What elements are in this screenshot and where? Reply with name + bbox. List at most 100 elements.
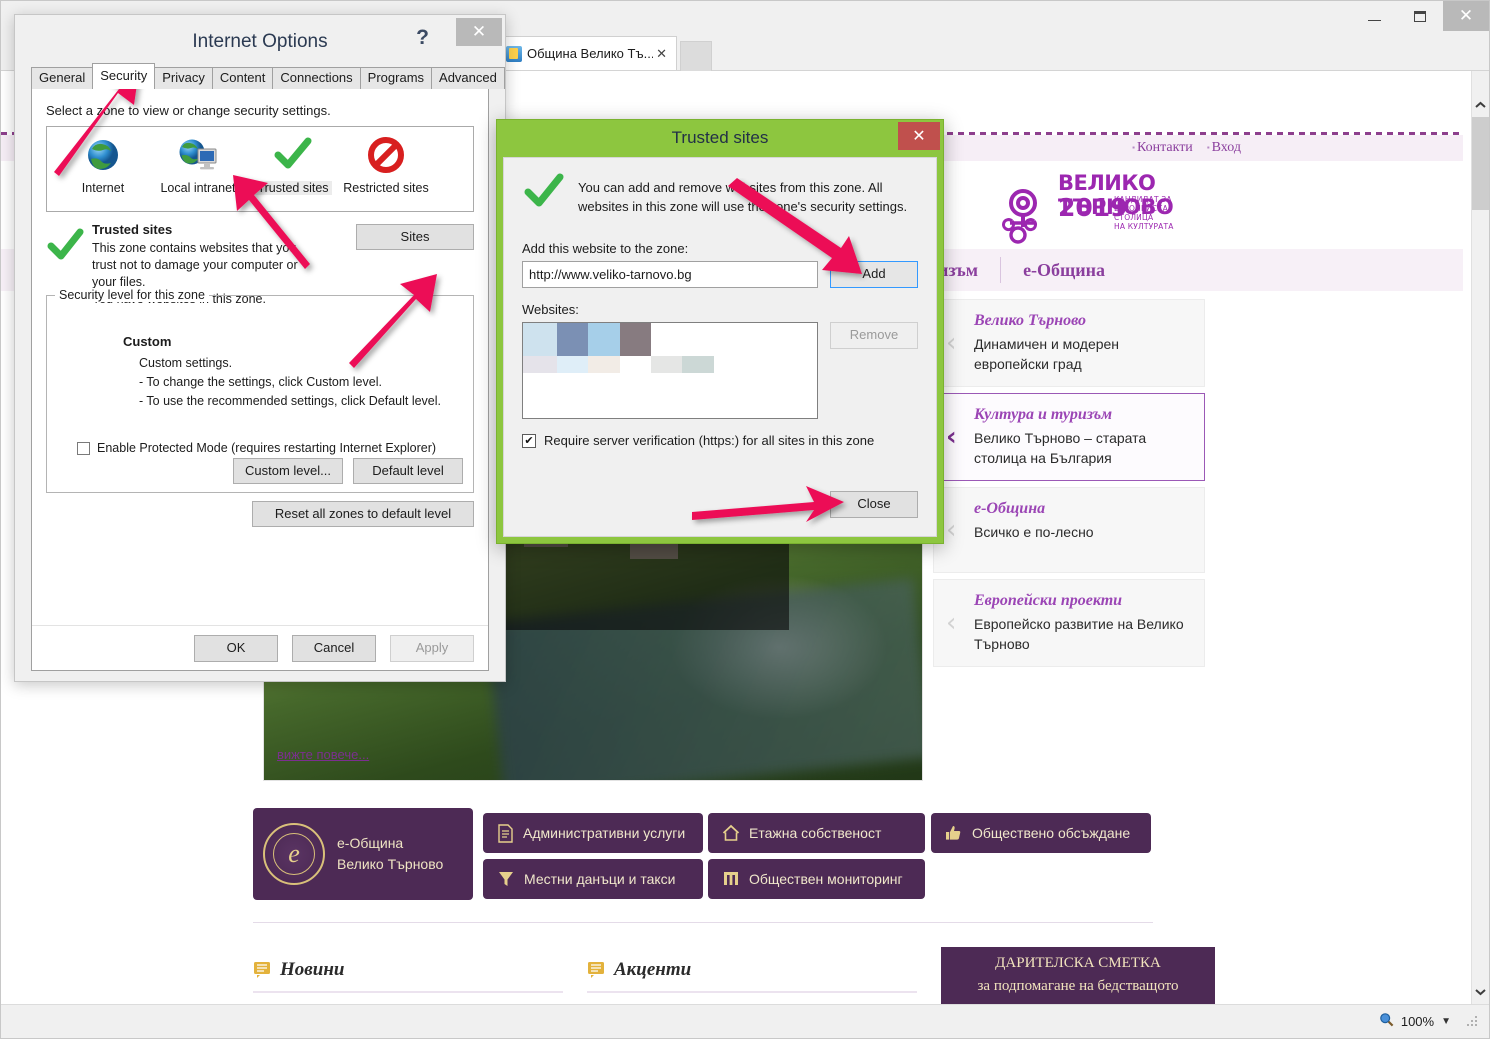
page-scrollbar[interactable] (1471, 71, 1489, 1004)
tab-connections[interactable]: Connections (272, 67, 361, 89)
promo-card-e-obshtina[interactable]: ‹ е-Община Всичко е по-лесно (933, 487, 1205, 573)
new-tab-button[interactable] (680, 41, 712, 71)
trusted-sites-titlebar: Trusted sites ✕ (497, 120, 943, 157)
trusted-sites-title: Trusted sites (671, 128, 769, 147)
tab-general[interactable]: General (31, 67, 94, 89)
logo-mark-icon (998, 187, 1060, 250)
news-header: Новини (253, 959, 563, 981)
close-button[interactable]: Close (830, 491, 918, 518)
service-brand-line-2: Велико Търново (337, 856, 444, 872)
zone-restricted-sites[interactable]: Restricted sites (336, 133, 436, 197)
ok-button[interactable]: OK (194, 635, 278, 662)
tab-advanced[interactable]: Advanced (431, 67, 505, 89)
help-icon[interactable]: ? (416, 26, 429, 50)
news-title: Новини (280, 959, 345, 980)
news-rule (253, 991, 563, 993)
browser-statusbar: 100% ▼ (1, 1004, 1489, 1038)
custom-level-button[interactable]: Custom level... (233, 458, 343, 484)
content-divider (253, 922, 1153, 923)
tab-content[interactable]: Content (211, 67, 274, 89)
promo-title: е-Община (974, 500, 1046, 517)
green-check-icon (522, 172, 566, 217)
promo-card-evropeiski-proekti[interactable]: ‹ Европейски проекти Европейско развитие… (933, 579, 1205, 667)
note-icon (253, 961, 271, 979)
globe-monitor-icon (148, 133, 248, 177)
internet-options-close-button[interactable]: ✕ (456, 18, 502, 46)
service-button-administrativni-uslugi[interactable]: Административни услуги (483, 813, 703, 853)
require-https-checkbox[interactable]: ✔ (522, 433, 536, 448)
add-button[interactable]: Add (830, 261, 918, 288)
note-icon (587, 961, 605, 979)
screen-root: ✕ Община Велико Тъ... ✕ ▪ Контакти ▪ Вхо… (0, 0, 1490, 1039)
funnel-icon (497, 870, 515, 888)
internet-options-tabs: General Security Privacy Content Connect… (31, 63, 505, 89)
apply-button: Apply (390, 635, 474, 662)
trusted-sites-close-button[interactable]: ✕ (898, 122, 940, 150)
security-level-line-3: - To use the recommended settings, click… (139, 394, 441, 408)
service-button-obshtestven-monitoring[interactable]: Обществен мониторинг (708, 859, 925, 899)
maximize-button[interactable] (1397, 1, 1443, 31)
donation-banner[interactable]: ДАРИТЕЛСКА СМЕТКА за подпомагане на бедс… (941, 947, 1215, 1004)
cancel-button[interactable]: Cancel (292, 635, 376, 662)
tab-privacy[interactable]: Privacy (154, 67, 213, 89)
chevron-down-icon[interactable]: ▼ (1441, 1016, 1451, 1027)
default-level-button[interactable]: Default level (353, 458, 463, 484)
service-button-obshtestveno-obsazhdane[interactable]: Обществено обсъждане (931, 813, 1151, 853)
services-area: е е-Община Велико Търново Административн… (253, 808, 1153, 900)
protected-mode-checkbox[interactable] (77, 441, 90, 455)
promo-card-veliko-tarnovo[interactable]: ‹ Велико Търново Динамичен и модерен евр… (933, 299, 1205, 387)
reset-all-zones-button[interactable]: Reset all zones to default level (252, 501, 474, 527)
zoom-level: 100% (1400, 1014, 1435, 1029)
zone-local-intranet[interactable]: Local intranet (148, 133, 248, 197)
logo-subtitle-line-3: НА КУЛТУРАТА (1114, 222, 1174, 231)
close-window-button[interactable]: ✕ (1443, 1, 1489, 31)
scrollbar-thumb[interactable] (1472, 117, 1489, 210)
zoom-control[interactable]: 100% ▼ (1371, 1012, 1459, 1032)
sites-button[interactable]: Sites (356, 224, 474, 250)
service-button-etazhna-sobstvenost[interactable]: Етажна собственост (708, 813, 925, 853)
link-vhod[interactable]: Вход (1207, 140, 1241, 156)
require-https-row[interactable]: ✔ Require server verification (https:) f… (522, 433, 918, 448)
scroll-up-icon[interactable] (1472, 95, 1489, 115)
security-level-line-2: - To change the settings, click Custom l… (139, 375, 382, 389)
browser-tab[interactable]: Община Велико Тъ... ✕ (499, 36, 677, 70)
chevron-left-icon: ‹ (946, 422, 957, 452)
zone-trusted-sites[interactable]: Trusted sites (243, 133, 343, 197)
require-https-label: Require server verification (https:) for… (544, 433, 875, 448)
scroll-down-icon[interactable] (1472, 982, 1489, 1002)
resize-grip-icon[interactable] (1467, 1015, 1479, 1028)
thumbs-up-icon (945, 824, 963, 842)
hero-more-link[interactable]: вижте повече... (277, 747, 369, 762)
minimize-button[interactable] (1351, 1, 1397, 31)
tab-close-icon[interactable]: ✕ (653, 46, 670, 62)
service-brand-e-obshtina[interactable]: е е-Община Велико Търново (253, 808, 473, 900)
nav-item-e-obshtina[interactable]: е-Община (1001, 260, 1127, 281)
security-level-group: Security level for this zone Custom Cust… (46, 288, 474, 493)
trusted-sites-dialog: Trusted sites ✕ You can add and remove w… (496, 119, 944, 544)
tab-programs[interactable]: Programs (359, 67, 433, 89)
zone-label: Internet (81, 181, 125, 195)
service-button-label: Обществено обсъждане (972, 825, 1131, 841)
security-level-buttons: Custom level... Default level (233, 458, 463, 484)
security-tab-panel: Select a zone to view or change security… (31, 88, 489, 671)
close-icon: ✕ (912, 128, 926, 145)
zone-internet[interactable]: Internet (53, 133, 153, 197)
tab-title: Община Велико Тъ... (527, 46, 654, 61)
promo-card-kultura-turizam[interactable]: ‹ Култура и туризъм Велико Търново – ста… (933, 393, 1205, 481)
protected-mode-label: Enable Protected Mode (requires restarti… (97, 441, 437, 455)
websites-list-label: Websites: (522, 302, 579, 317)
websites-list-row: Remove (522, 322, 918, 419)
security-level-description: Custom settings. - To change the setting… (139, 354, 441, 411)
document-icon (497, 823, 514, 843)
protected-mode-row[interactable]: Enable Protected Mode (requires restarti… (77, 441, 436, 455)
promo-title: Европейски проекти (974, 592, 1123, 609)
site-logo[interactable]: ВЕЛИКО ТЪРНОВО 2019 КАНДИДАТ ЗА ЕВРОПЕЙС… (996, 169, 1196, 247)
tab-security[interactable]: Security (92, 63, 156, 89)
website-url-input[interactable] (522, 261, 818, 288)
link-kontakti[interactable]: Контакти (1132, 140, 1193, 156)
websites-listbox[interactable] (522, 322, 818, 419)
service-button-mestni-danatsi[interactable]: Местни данъци и такси (483, 859, 703, 899)
chevron-left-icon: ‹ (946, 328, 957, 358)
accents-rule (587, 991, 917, 993)
accents-title: Акценти (614, 959, 692, 980)
